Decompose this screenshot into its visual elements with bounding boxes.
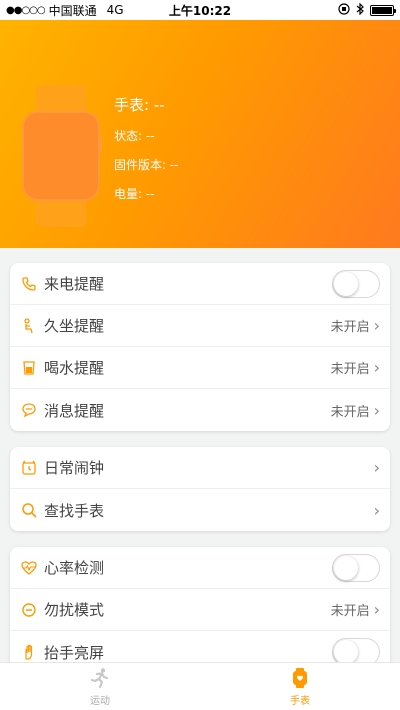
tab-watch-label: 手表 bbox=[290, 696, 310, 707]
device-firmware: 固件版本: -- bbox=[114, 158, 179, 172]
device-name: 手表: -- bbox=[114, 96, 165, 114]
alarm-label: 日常闹钟 bbox=[44, 459, 105, 477]
message-reminder-row[interactable]: 消息提醒 未开启 › bbox=[10, 389, 390, 431]
dnd-value: 未开启 bbox=[330, 604, 370, 619]
heart-rate-label: 心率检测 bbox=[44, 559, 105, 577]
tab-watch[interactable]: 手表 bbox=[200, 663, 400, 710]
message-reminder-label: 消息提醒 bbox=[44, 401, 105, 420]
chevron-right-icon: › bbox=[373, 400, 380, 420]
phone-icon bbox=[20, 275, 38, 293]
sedentary-reminder-value: 未开启 bbox=[330, 320, 370, 335]
call-reminder-toggle[interactable] bbox=[332, 269, 380, 298]
dnd-row[interactable]: 勿扰模式 未开启 › bbox=[10, 589, 390, 631]
settings-content: 来电提醒 久坐提醒 未开启 › 喝水提醒 未开启 › 消息提醒 未开启 › 日常… bbox=[0, 248, 400, 673]
tab-sport-label: 运动 bbox=[90, 696, 110, 707]
drink-reminder-row[interactable]: 喝水提醒 未开启 › bbox=[10, 347, 390, 389]
heart-rate-icon bbox=[20, 559, 38, 577]
sedentary-reminder-row[interactable]: 久坐提醒 未开启 › bbox=[10, 305, 390, 347]
signal-strength-icon: ●●○○○ bbox=[6, 4, 46, 16]
health-card: 心率检测 勿扰模式 未开启 › 抬手亮屏 bbox=[10, 547, 390, 673]
cup-icon bbox=[20, 359, 38, 377]
seated-person-icon bbox=[20, 317, 38, 335]
watch-image-icon bbox=[20, 85, 102, 227]
alarm-row[interactable]: 日常闹钟 › bbox=[10, 447, 390, 489]
drink-reminder-value: 未开启 bbox=[330, 362, 370, 377]
chevron-right-icon: › bbox=[373, 358, 380, 377]
tab-sport[interactable]: 运动 bbox=[0, 663, 200, 710]
alarm-clock-icon bbox=[20, 459, 38, 477]
chevron-right-icon: › bbox=[373, 600, 380, 619]
dnd-label: 勿扰模式 bbox=[44, 601, 105, 619]
message-icon bbox=[20, 401, 38, 419]
chevron-right-icon: › bbox=[373, 458, 380, 477]
watch-icon bbox=[288, 666, 312, 690]
sedentary-reminder-label: 久坐提醒 bbox=[44, 317, 105, 335]
device-info: 手表: -- 状态: -- 固件版本: -- 电量: -- bbox=[114, 94, 179, 214]
raise-wake-label: 抬手亮屏 bbox=[44, 643, 105, 662]
tab-bar: 运动 手表 bbox=[0, 662, 400, 710]
device-header: 手表: -- 状态: -- 固件版本: -- 电量: -- bbox=[0, 20, 400, 248]
heart-rate-toggle[interactable] bbox=[332, 553, 380, 582]
find-watch-label: 查找手表 bbox=[44, 501, 105, 520]
message-reminder-value: 未开启 bbox=[330, 404, 370, 420]
device-status: 状态: -- bbox=[114, 129, 155, 143]
carrier-name: 中国联通 bbox=[48, 3, 97, 18]
minus-circle-icon bbox=[20, 601, 38, 619]
tools-card: 日常闹钟 › 查找手表 › bbox=[10, 447, 390, 531]
call-reminder-row[interactable]: 来电提醒 bbox=[10, 263, 390, 305]
search-icon bbox=[20, 501, 38, 519]
reminder-card: 来电提醒 久坐提醒 未开启 › 喝水提醒 未开启 › 消息提醒 未开启 › bbox=[10, 263, 390, 431]
orientation-lock-icon bbox=[338, 2, 350, 18]
battery-icon bbox=[370, 4, 396, 16]
bluetooth-icon bbox=[356, 2, 364, 18]
chevron-right-icon: › bbox=[373, 500, 380, 520]
status-bar: ●●○○○ 中国联通 4G 上午10:22 bbox=[0, 0, 400, 20]
heart-rate-row[interactable]: 心率检测 bbox=[10, 547, 390, 589]
network-type: 4G bbox=[106, 3, 124, 17]
chevron-right-icon: › bbox=[373, 316, 380, 335]
call-reminder-label: 来电提醒 bbox=[44, 275, 105, 293]
running-icon bbox=[88, 666, 112, 690]
device-battery: 电量: -- bbox=[114, 187, 155, 201]
drink-reminder-label: 喝水提醒 bbox=[44, 359, 105, 377]
raise-hand-icon bbox=[20, 643, 38, 661]
find-watch-row[interactable]: 查找手表 › bbox=[10, 489, 390, 531]
